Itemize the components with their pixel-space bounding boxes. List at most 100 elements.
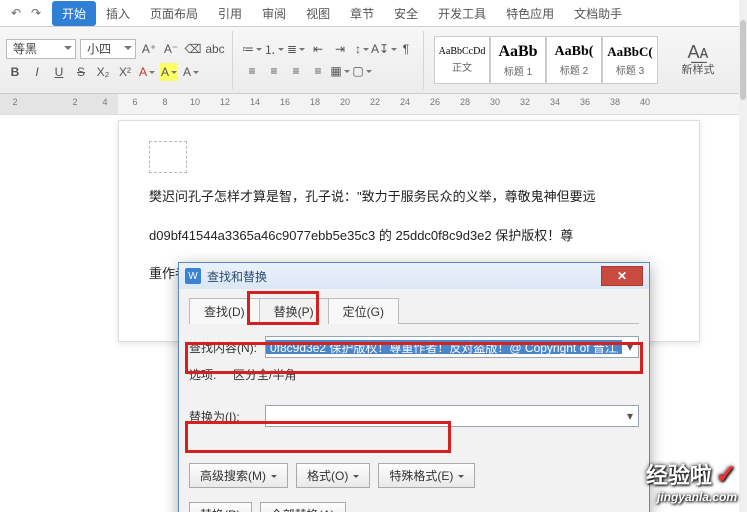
style-heading3[interactable]: AaBbC( 标题 3 (602, 36, 658, 84)
style-label: 标题 3 (616, 62, 644, 77)
style-preview: AaBb( (555, 44, 594, 60)
tab-section[interactable]: 章节 (340, 1, 384, 26)
new-style-button[interactable]: A͟ᴀ 新样式 (676, 31, 720, 89)
shading-icon[interactable]: ▦ (331, 62, 349, 80)
align-right-icon[interactable]: ≡ (287, 62, 305, 80)
tab-view[interactable]: 视图 (296, 1, 340, 26)
borders-icon[interactable]: ▢ (353, 62, 371, 80)
find-row: 查找内容(N): ▾ (189, 336, 639, 358)
multilevel-icon[interactable]: ≣ (287, 40, 305, 58)
dialog-titlebar[interactable]: W 查找和替换 ✕ (179, 263, 649, 289)
style-preview: AaBbCcDd (439, 46, 486, 57)
clear-format-icon[interactable]: ⌫ (184, 40, 202, 58)
replace-dropdown-icon[interactable]: ▾ (622, 409, 638, 423)
replace-all-button[interactable]: 全部替换(A) (260, 502, 346, 512)
char-border-icon[interactable]: A (182, 63, 200, 81)
grow-font-icon[interactable]: A⁺ (140, 40, 158, 58)
group-styles: AaBbCcDd 正文 AaBb 标题 1 AaBb( 标题 2 AaBbC( … (434, 31, 666, 89)
line-height-icon[interactable]: ↕ (353, 40, 371, 58)
font-color-icon[interactable]: A (138, 63, 156, 81)
find-input[interactable] (266, 340, 622, 354)
options-label: 选项: (189, 368, 216, 382)
numbering-icon[interactable]: ⒈ (265, 40, 283, 58)
highlight-icon[interactable]: A (160, 63, 178, 81)
indent-dec-icon[interactable]: ⇤ (309, 40, 327, 58)
style-label: 标题 1 (504, 63, 532, 78)
redo-icon[interactable]: ↷ (28, 5, 44, 21)
app-root: ↶ ↷ 开始 插入 页面布局 引用 审阅 视图 章节 安全 开发工具 特色应用 … (0, 0, 747, 512)
format-button[interactable]: 格式(O) (296, 463, 370, 488)
tab-goto[interactable]: 定位(G) (328, 298, 399, 324)
check-icon: ✓ (715, 459, 737, 489)
tab-security[interactable]: 安全 (384, 1, 428, 26)
align-justify-icon[interactable]: ≡ (309, 62, 327, 80)
subscript-icon[interactable]: X₂ (94, 63, 112, 81)
watermark-url: jingyanla.com (646, 490, 737, 504)
scrollbar-thumb[interactable] (740, 20, 746, 100)
phonetic-icon[interactable]: abc (206, 40, 224, 58)
tab-layout[interactable]: 页面布局 (140, 1, 208, 26)
close-button[interactable]: ✕ (601, 266, 643, 286)
tab-featured[interactable]: 特色应用 (496, 1, 564, 26)
font-size-select[interactable]: 小四 (80, 39, 136, 59)
style-preview: AaBbC( (607, 44, 653, 60)
indent-inc-icon[interactable]: ⇥ (331, 40, 349, 58)
button-row-1: 高级搜索(M) 格式(O) 特殊格式(E) (189, 463, 639, 488)
style-label: 标题 2 (560, 62, 588, 77)
undo-icon[interactable]: ↶ (8, 5, 24, 21)
replace-combo[interactable]: ▾ (265, 405, 639, 427)
tab-replace[interactable]: 替换(P) (259, 298, 329, 324)
tab-review[interactable]: 审阅 (252, 1, 296, 26)
special-format-button[interactable]: 特殊格式(E) (378, 463, 475, 488)
watermark: 经验啦 ✓ jingyanla.com (646, 458, 737, 504)
shrink-font-icon[interactable]: A⁻ (162, 40, 180, 58)
style-heading1[interactable]: AaBb 标题 1 (490, 36, 546, 84)
options-value: 区分全/半角 (233, 368, 296, 382)
group-paragraph: ≔ ⒈ ≣ ⇤ ⇥ ↕ A↧ ¶ ≡ ≡ ≡ ≡ ▦ ▢ (243, 31, 424, 89)
dialog-body: 查找(D) 替换(P) 定位(G) 查找内容(N): ▾ 选项: (179, 289, 649, 512)
align-center-icon[interactable]: ≡ (265, 62, 283, 80)
replace-button[interactable]: 替换(R) (189, 502, 252, 512)
tab-insert[interactable]: 插入 (96, 1, 140, 26)
ribbon-panel: 等黑 小四 A⁺ A⁻ ⌫ abc B I U S X₂ X² A A A ≔ (0, 27, 747, 94)
style-gallery[interactable]: AaBbCcDd 正文 AaBb 标题 1 AaBb( 标题 2 AaBbC( … (434, 36, 658, 84)
style-preview: AaBb (498, 43, 537, 61)
italic-icon[interactable]: I (28, 63, 46, 81)
replace-input[interactable] (266, 409, 622, 423)
tab-devtools[interactable]: 开发工具 (428, 1, 496, 26)
dialog-tabs: 查找(D) 替换(P) 定位(G) (189, 297, 639, 324)
paragraph-1[interactable]: 樊迟问孔子怎样才算是智，孔子说："致力于服务民众的义举，尊敬鬼神但要远 (149, 185, 669, 210)
horizontal-ruler[interactable]: 2 24 68 1012 1416 1820 2224 2628 3032 34… (0, 94, 747, 115)
tab-start[interactable]: 开始 (52, 1, 96, 26)
bold-icon[interactable]: B (6, 63, 24, 81)
button-row-2: 替换(R) 全部替换(A) (189, 502, 639, 512)
superscript-icon[interactable]: X² (116, 63, 134, 81)
sort-icon[interactable]: A↧ (375, 40, 393, 58)
strike-icon[interactable]: S (72, 63, 90, 81)
tab-reference[interactable]: 引用 (208, 1, 252, 26)
bullets-icon[interactable]: ≔ (243, 40, 261, 58)
advanced-search-button[interactable]: 高级搜索(M) (189, 463, 288, 488)
underline-icon[interactable]: U (50, 63, 68, 81)
ruler-ticks: 2 24 68 1012 1416 1820 2224 2628 3032 34… (0, 97, 747, 107)
replace-row: 替换为(I): ▾ (189, 405, 639, 427)
new-style-label: 新样式 (682, 61, 715, 77)
find-dropdown-icon[interactable]: ▾ (622, 340, 638, 354)
tab-find[interactable]: 查找(D) (189, 298, 260, 324)
vertical-scrollbar[interactable] (739, 0, 747, 512)
style-heading2[interactable]: AaBb( 标题 2 (546, 36, 602, 84)
dialog-app-icon: W (185, 268, 201, 284)
align-left-icon[interactable]: ≡ (243, 62, 261, 80)
style-label: 正文 (452, 59, 472, 74)
show-marks-icon[interactable]: ¶ (397, 40, 415, 58)
tab-dochelper[interactable]: 文档助手 (564, 1, 632, 26)
find-replace-dialog: W 查找和替换 ✕ 查找(D) 替换(P) 定位(G) 查找内容(N): ▾ (178, 262, 650, 512)
dropcap-placeholder (149, 141, 187, 173)
group-font: 等黑 小四 A⁺ A⁻ ⌫ abc B I U S X₂ X² A A A (6, 31, 233, 89)
find-combo[interactable]: ▾ (265, 336, 639, 358)
options-row: 选项: 区分全/半角 (189, 366, 639, 383)
dialog-title: 查找和替换 (207, 268, 595, 285)
paragraph-2[interactable]: d09bf41544a3365a46c9077ebb5e35c3 的 25ddc… (149, 224, 669, 249)
font-name-select[interactable]: 等黑 (6, 39, 76, 59)
style-normal[interactable]: AaBbCcDd 正文 (434, 36, 490, 84)
